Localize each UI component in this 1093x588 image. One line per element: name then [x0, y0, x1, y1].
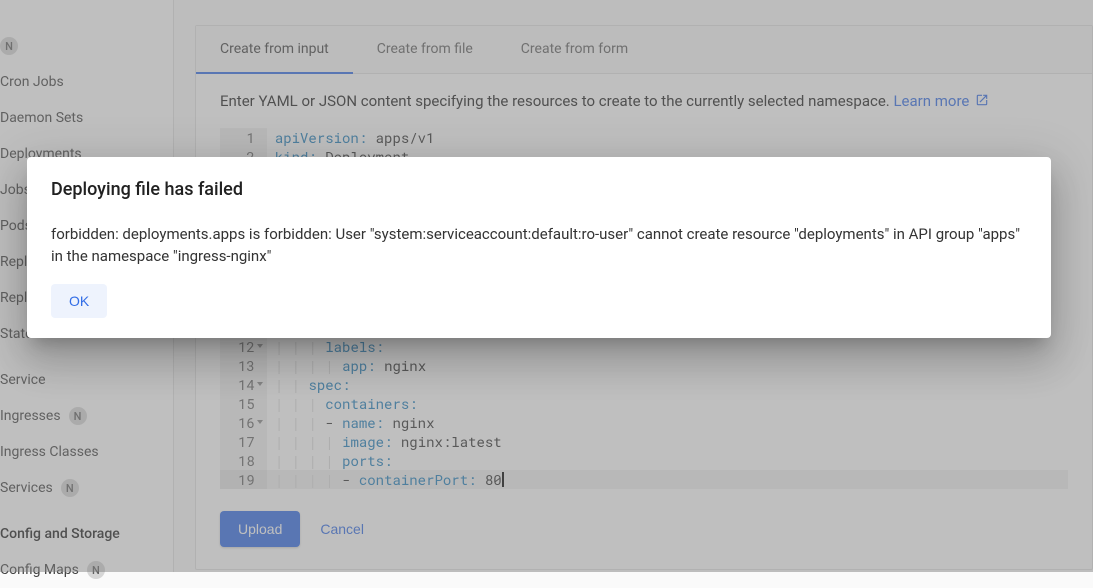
ok-button[interactable]: OK: [51, 284, 107, 318]
dialog-title: Deploying file has failed: [51, 179, 1027, 200]
error-dialog: Deploying file has failed forbidden: dep…: [27, 157, 1051, 338]
dialog-body: forbidden: deployments.apps is forbidden…: [51, 224, 1027, 268]
